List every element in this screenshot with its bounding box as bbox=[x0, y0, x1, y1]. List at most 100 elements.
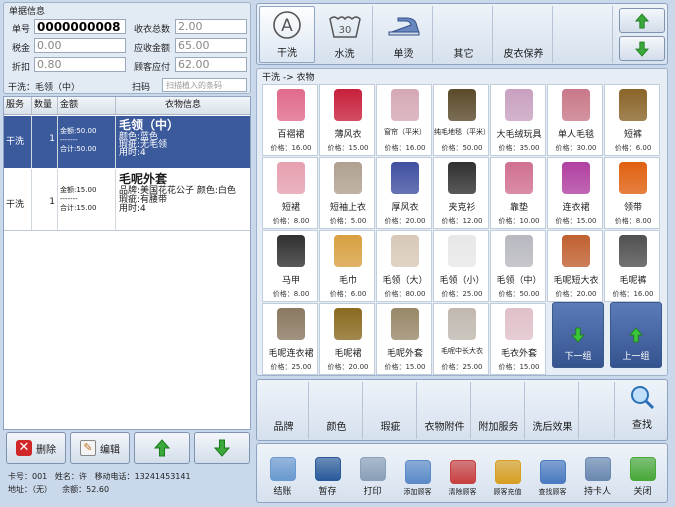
save-temp-label: 暂存 bbox=[318, 487, 337, 497]
service-label: 干洗 bbox=[277, 48, 297, 59]
discount-label: 折扣 bbox=[12, 63, 31, 73]
clothing-item[interactable]: 厚风衣 价格：20.00 bbox=[376, 157, 432, 229]
clothing-item[interactable]: 毛呢短大衣 价格：20.00 bbox=[547, 230, 603, 302]
clothing-thumbnail-icon bbox=[448, 89, 476, 121]
clothing-thumbnail-icon bbox=[562, 235, 590, 267]
clothing-thumbnail-icon bbox=[334, 308, 362, 340]
checkout-icon bbox=[269, 457, 296, 481]
clothing-item-name: 百褶裙 bbox=[277, 130, 305, 140]
move-up-button[interactable] bbox=[134, 432, 190, 464]
clothing-item[interactable]: 毛呢裙 价格：20.00 bbox=[319, 303, 375, 375]
service-tab-water-wash[interactable]: 30 水洗 bbox=[317, 6, 373, 63]
clothing-item[interactable]: 毛巾价格：6.00 bbox=[319, 230, 375, 302]
attr-accessory-button[interactable]: 衣物附件 bbox=[419, 382, 471, 439]
clothing-item[interactable]: 毛呢中长大衣 价格：25.00 bbox=[433, 303, 489, 375]
row-amount: 金额:50.00 bbox=[60, 127, 97, 135]
clothing-item[interactable]: 窗帘（平米） 价格：16.00 bbox=[376, 84, 432, 156]
clothing-item[interactable]: 毛领（中） 价格：50.00 bbox=[490, 230, 546, 302]
clothing-item-name: 毛呢短大衣 bbox=[553, 276, 599, 286]
scan-input[interactable]: 扫描植入的条码 bbox=[162, 78, 247, 92]
search-button[interactable]: 查找 bbox=[617, 382, 667, 439]
clothing-item[interactable]: 毛呢裤 价格：16.00 bbox=[604, 230, 660, 302]
service-tab-dry-clean[interactable]: A 干洗 bbox=[259, 6, 315, 63]
cardholder-button[interactable]: 持卡人 bbox=[575, 446, 620, 501]
clothing-item-name: 靠垫 bbox=[509, 203, 528, 213]
order-no-field[interactable]: 0000000008 bbox=[34, 19, 126, 34]
close-button[interactable]: 关闭 bbox=[620, 446, 665, 501]
next-group-button[interactable]: 下一组 bbox=[552, 302, 604, 368]
attr-brand-button[interactable]: 品牌 bbox=[259, 382, 309, 439]
prev-group-label: 上一组 bbox=[622, 352, 650, 362]
customer-info-line-1: 卡号：001 姓名：许 移动电话：13241453141 bbox=[8, 471, 191, 482]
clothing-item[interactable]: 马甲 价格：8.00 bbox=[262, 230, 318, 302]
clothing-item[interactable]: 毛领（大） 价格：80.00 bbox=[376, 230, 432, 302]
cardholder-icon bbox=[584, 457, 611, 481]
clothing-item[interactable]: 毛呢外套 价格：15.00 bbox=[376, 303, 432, 375]
clothing-items: 百褶裙 价格：16.00 薄风衣 价格：15.00 窗帘（平米） 价格：16.00 纯毛地毯… bbox=[262, 84, 666, 375]
clothing-item[interactable]: 夹克衫 价格：12.00 bbox=[433, 157, 489, 229]
clothing-thumbnail-icon bbox=[277, 308, 305, 340]
tax-field[interactable]: 0.00 bbox=[34, 38, 126, 53]
clothing-item-name: 纯毛地毯（平米） bbox=[434, 128, 489, 136]
clothing-item[interactable]: 靠垫 价格：10.00 bbox=[490, 157, 546, 229]
table-row[interactable]: 干洗 1 金额:50.00 ------- 合计:50.00 毛领（中） 颜色:… bbox=[4, 116, 250, 168]
clothing-item-name: 短裙 bbox=[281, 203, 300, 213]
name-value: 许 bbox=[78, 472, 87, 481]
clothing-item[interactable]: 纯毛地毯（平米） 价格：50.00 bbox=[433, 84, 489, 156]
prev-group-button[interactable]: 上一组 bbox=[610, 302, 662, 368]
clothing-item[interactable]: 毛呢连衣裙 价格：25.00 bbox=[262, 303, 318, 375]
attr-extra-service-button[interactable]: 附加服务 bbox=[473, 382, 525, 439]
clothing-item[interactable]: 短裤 价格：6.00 bbox=[604, 84, 660, 156]
clothing-item[interactable]: 毛领（小） 价格：25.00 bbox=[433, 230, 489, 302]
move-down-button[interactable] bbox=[194, 432, 250, 464]
attr-label: 品牌 bbox=[273, 422, 294, 433]
clothing-item[interactable]: 短袖上衣 价格：5.00 bbox=[319, 157, 375, 229]
save-temp-button[interactable]: 暂存 bbox=[305, 446, 350, 501]
clothing-thumbnail-icon bbox=[334, 162, 362, 194]
clothing-item[interactable]: 领带 价格：8.00 bbox=[604, 157, 660, 229]
checkout-button[interactable]: 结账 bbox=[260, 446, 305, 501]
add-customer-button[interactable]: 添加顾客 bbox=[395, 446, 440, 501]
table-row[interactable]: 干洗 1 金额:15.00 ------- 合计:15.00 毛呢外套 品牌:美… bbox=[4, 169, 250, 231]
clothing-item-price: 价格：50.00 bbox=[498, 290, 540, 298]
cardholder-label: 持卡人 bbox=[583, 487, 611, 497]
clothing-item-price: 价格：6.00 bbox=[614, 144, 652, 152]
clothing-item-price: 价格：5.00 bbox=[329, 217, 367, 225]
clear-customer-button[interactable]: 清除顾客 bbox=[440, 446, 485, 501]
clothing-item[interactable]: 百褶裙 价格：16.00 bbox=[262, 84, 318, 156]
clothing-item[interactable]: 薄风衣 价格：15.00 bbox=[319, 84, 375, 156]
service-tab-other[interactable]: 其它 bbox=[435, 6, 493, 63]
clothing-item[interactable]: 短裙 价格：8.00 bbox=[262, 157, 318, 229]
row-qty: 1 bbox=[32, 169, 58, 230]
service-scroll-down-button[interactable] bbox=[619, 36, 665, 61]
service-tab-iron[interactable]: 单烫 bbox=[375, 6, 433, 63]
clothing-item-name: 夹克衫 bbox=[448, 203, 476, 213]
service-tab-leather-care[interactable]: 皮衣保养 bbox=[495, 6, 553, 63]
discount-field[interactable]: 0.80 bbox=[34, 57, 126, 72]
clothing-thumbnail-icon bbox=[277, 162, 305, 194]
delete-button[interactable]: ✕ 删除 bbox=[6, 432, 66, 464]
clothing-item[interactable]: 单人毛毯 价格：30.00 bbox=[547, 84, 603, 156]
clothing-item-name: 毛领（中） bbox=[496, 276, 542, 286]
customer-recharge-button[interactable]: 顾客充值 bbox=[485, 446, 530, 501]
find-customer-button[interactable]: 查找顾客 bbox=[530, 446, 575, 501]
clothing-item[interactable]: 毛衣外套 价格：15.00 bbox=[490, 303, 546, 375]
clothing-item-name: 毛呢裙 bbox=[334, 349, 362, 359]
service-scroll-up-button[interactable] bbox=[619, 8, 665, 33]
svg-text:A: A bbox=[281, 16, 293, 36]
print-button[interactable]: 打印 bbox=[350, 446, 395, 501]
delete-button-label: 删除 bbox=[36, 444, 56, 456]
service-tab-empty[interactable] bbox=[555, 6, 613, 63]
edit-button[interactable]: ✎ 编辑 bbox=[70, 432, 130, 464]
attr-color-button[interactable]: 颜色 bbox=[311, 382, 363, 439]
clothing-item-name: 毛巾 bbox=[338, 276, 357, 286]
clothing-item-price: 价格：80.00 bbox=[384, 290, 426, 298]
attr-defect-button[interactable]: 瑕疵 bbox=[365, 382, 417, 439]
clothing-item[interactable]: 大毛绒玩具 价格：35.00 bbox=[490, 84, 546, 156]
dry-clean-icon: A bbox=[273, 11, 301, 39]
clothing-item-price: 价格：6.00 bbox=[329, 290, 367, 298]
attr-after-wash-button[interactable]: 洗后效果 bbox=[527, 382, 579, 439]
clothing-item[interactable]: 连衣裙 价格：15.00 bbox=[547, 157, 603, 229]
row-amount-cell: 金额:50.00 ------- 合计:50.00 bbox=[58, 116, 116, 168]
clothing-item-price: 价格：8.00 bbox=[272, 290, 310, 298]
